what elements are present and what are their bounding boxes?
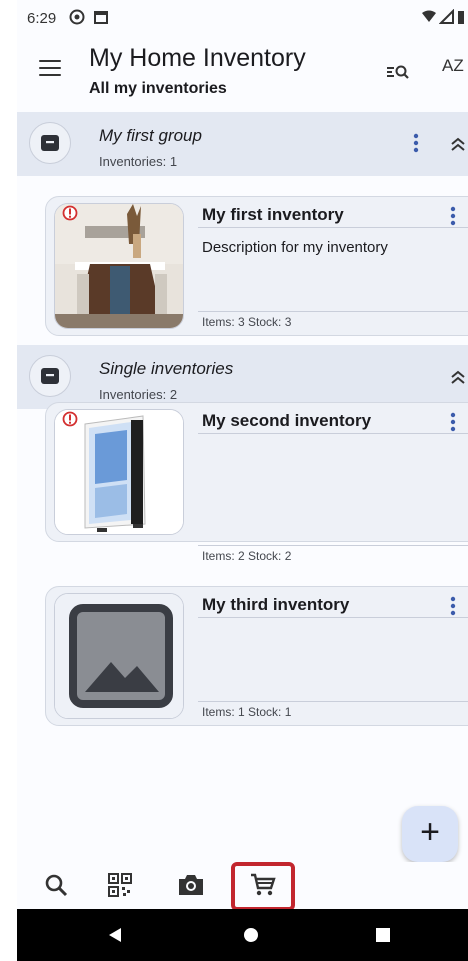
camera-icon[interactable] xyxy=(176,870,206,900)
warning-icon xyxy=(62,205,78,221)
inventory-title: My third inventory xyxy=(202,595,350,614)
status-time: 6:29 xyxy=(27,10,57,27)
more-vert-icon[interactable] xyxy=(448,205,458,227)
inventory-thumbnail xyxy=(54,203,184,329)
divider xyxy=(198,545,468,546)
divider xyxy=(198,227,468,228)
inventory-thumbnail xyxy=(54,593,184,719)
top-app-bar: My Home Inventory All my inventories AZ xyxy=(17,36,468,112)
group-header-single-inventories[interactable]: Single inventories Inventories: 2 xyxy=(17,345,468,409)
qr-code-icon[interactable] xyxy=(105,870,135,900)
add-icon: + xyxy=(420,813,440,851)
inventory-card-my-first-inventory[interactable]: My first inventory Description for my in… xyxy=(45,196,468,336)
divider xyxy=(198,311,468,312)
sync-icon xyxy=(69,9,85,25)
divider xyxy=(198,433,468,434)
system-navigation-bar xyxy=(17,909,468,961)
inventory-card-my-third-inventory[interactable]: My third inventory Items: 1 Stock: 1 xyxy=(45,586,468,726)
search-icon[interactable] xyxy=(41,870,71,900)
back-icon[interactable] xyxy=(107,927,123,943)
wifi-icon xyxy=(422,10,436,22)
battery-icon xyxy=(458,11,464,24)
page-subtitle: All my inventories xyxy=(89,80,227,97)
shopping-cart-icon[interactable] xyxy=(248,870,278,900)
inventory-title: My second inventory xyxy=(202,411,372,430)
group-count: Inventories: 2 xyxy=(99,387,178,402)
archive-icon xyxy=(29,355,71,397)
inventory-description: Description for my inventory xyxy=(202,239,388,256)
divider xyxy=(198,617,468,618)
sort-az-icon: AZ xyxy=(442,56,464,75)
collapse-icon[interactable] xyxy=(449,369,467,385)
home-icon[interactable] xyxy=(243,927,259,943)
dining-room-photo xyxy=(55,204,183,328)
recents-icon[interactable] xyxy=(375,927,391,943)
bottom-app-bar xyxy=(17,862,468,911)
add-inventory-button[interactable]: + xyxy=(402,806,458,862)
inventory-meta: Items: 3 Stock: 3 xyxy=(202,315,292,329)
archive-icon xyxy=(29,122,71,164)
placeholder-image-icon xyxy=(55,594,183,718)
inventory-meta: Items: 1 Stock: 1 xyxy=(202,705,292,719)
more-vert-icon[interactable] xyxy=(411,132,421,154)
group-title: Single inventories xyxy=(99,359,234,378)
more-vert-icon[interactable] xyxy=(448,411,458,433)
group-count: Inventories: 1 xyxy=(99,154,178,169)
filter-search-icon[interactable] xyxy=(387,60,411,84)
divider xyxy=(198,701,468,702)
inventory-thumbnail xyxy=(54,409,184,535)
menu-icon[interactable] xyxy=(39,60,61,78)
inventory-card-my-second-inventory[interactable]: My second inventory Items: 2 Stock: 2 xyxy=(45,402,468,563)
inventory-meta: Items: 2 Stock: 2 xyxy=(202,549,292,563)
sort-az-button[interactable]: AZ xyxy=(442,56,468,84)
inventory-title: My first inventory xyxy=(202,205,344,224)
group-header-my-first-group[interactable]: My first group Inventories: 1 xyxy=(17,112,468,176)
collapse-icon[interactable] xyxy=(449,136,467,152)
warning-icon xyxy=(62,411,78,427)
app-screen: 6:29 My Home Inventory All my inventorie… xyxy=(17,0,468,961)
status-bar: 6:29 xyxy=(17,0,468,36)
more-vert-icon[interactable] xyxy=(448,595,458,617)
pc-case-photo xyxy=(55,410,183,534)
page-title: My Home Inventory xyxy=(89,44,306,72)
calendar-icon xyxy=(94,11,108,24)
group-title: My first group xyxy=(99,126,202,145)
signal-icon xyxy=(439,9,454,24)
